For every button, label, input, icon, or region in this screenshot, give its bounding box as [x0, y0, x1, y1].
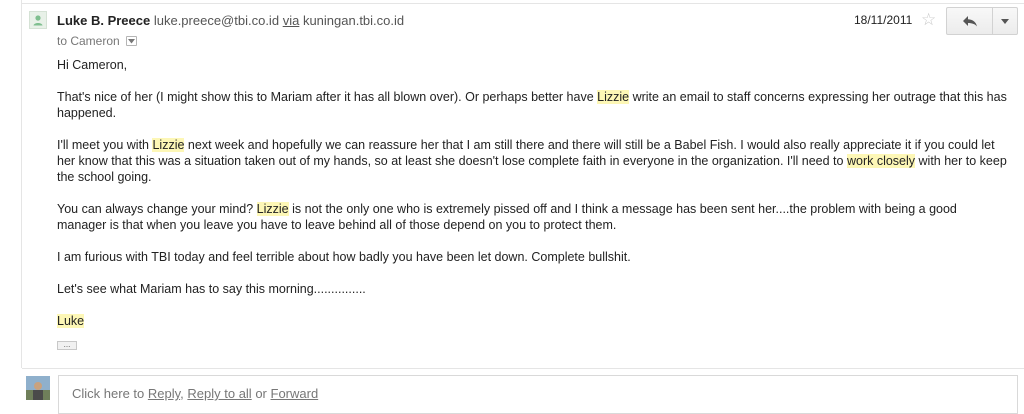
recipient-details-toggle[interactable] — [125, 36, 137, 46]
message-date: 18/11/2011 — [854, 13, 913, 27]
my-avatar[interactable] — [26, 376, 50, 400]
chevron-down-icon — [1001, 18, 1009, 24]
caret-down-icon — [127, 38, 135, 43]
message-body: Hi Cameron, That's nice of her (I might … — [57, 57, 1007, 345]
quick-reply-box[interactable]: Click here to Reply, Reply to all or For… — [58, 375, 1018, 414]
recipients-text: to Cameron — [57, 34, 120, 48]
search-highlight: Lizzie — [597, 90, 630, 104]
more-actions-button[interactable] — [993, 8, 1017, 34]
show-trimmed-content-button[interactable]: ... — [57, 341, 77, 350]
reply-button[interactable] — [947, 8, 993, 34]
greeting: Hi Cameron, — [57, 58, 128, 72]
sender-avatar[interactable] — [29, 11, 47, 29]
search-highlight: work closely — [846, 154, 916, 168]
sender-email: luke.preece@tbi.co.id — [153, 13, 280, 28]
paragraph-3: You can always change your mind? Lizzie … — [57, 201, 1007, 233]
via-domain: kuningan.tbi.co.id — [302, 13, 405, 28]
gutter-divider — [21, 0, 22, 368]
text-run: You can always change your mind? — [57, 202, 257, 216]
left-gutter — [0, 0, 22, 414]
person-icon — [33, 15, 43, 26]
search-highlight: Luke — [57, 314, 85, 328]
separator: or — [251, 386, 271, 401]
signature: Luke — [57, 313, 1007, 329]
reply-prompt: Click here to Reply, Reply to all or For… — [72, 386, 318, 401]
forward-link[interactable]: Forward — [271, 386, 319, 401]
paragraph-5: Let's see what Mariam has to say this mo… — [57, 282, 366, 296]
paragraph-2: I'll meet you with Lizzie next week and … — [57, 137, 1007, 185]
reply-prompt-text: Click here to — [72, 386, 148, 401]
via-link[interactable]: via — [283, 13, 300, 28]
sender-line: Luke B. Preece luke.preece@tbi.co.id via… — [57, 13, 404, 28]
search-highlight: Lizzie — [256, 202, 289, 216]
star-outline-icon[interactable]: ☆ — [921, 10, 936, 30]
text-run: I'll meet you with — [57, 138, 153, 152]
message-bottom-divider — [22, 368, 1024, 369]
recipients-line: to Cameron — [57, 34, 137, 48]
profile-photo-icon — [26, 376, 50, 400]
paragraph-4: I am furious with TBI today and feel ter… — [57, 250, 631, 264]
reply-arrow-icon — [962, 16, 977, 27]
reply-button-group — [946, 7, 1018, 35]
paragraph-1: That's nice of her (I might show this to… — [57, 89, 1007, 121]
message-top-divider — [22, 3, 1024, 4]
search-highlight: Lizzie — [152, 138, 185, 152]
reply-link[interactable]: Reply — [148, 386, 180, 401]
reply-all-link[interactable]: Reply to all — [187, 386, 251, 401]
text-run: That's nice of her (I might show this to… — [57, 90, 598, 104]
sender-name[interactable]: Luke B. Preece — [57, 13, 150, 28]
